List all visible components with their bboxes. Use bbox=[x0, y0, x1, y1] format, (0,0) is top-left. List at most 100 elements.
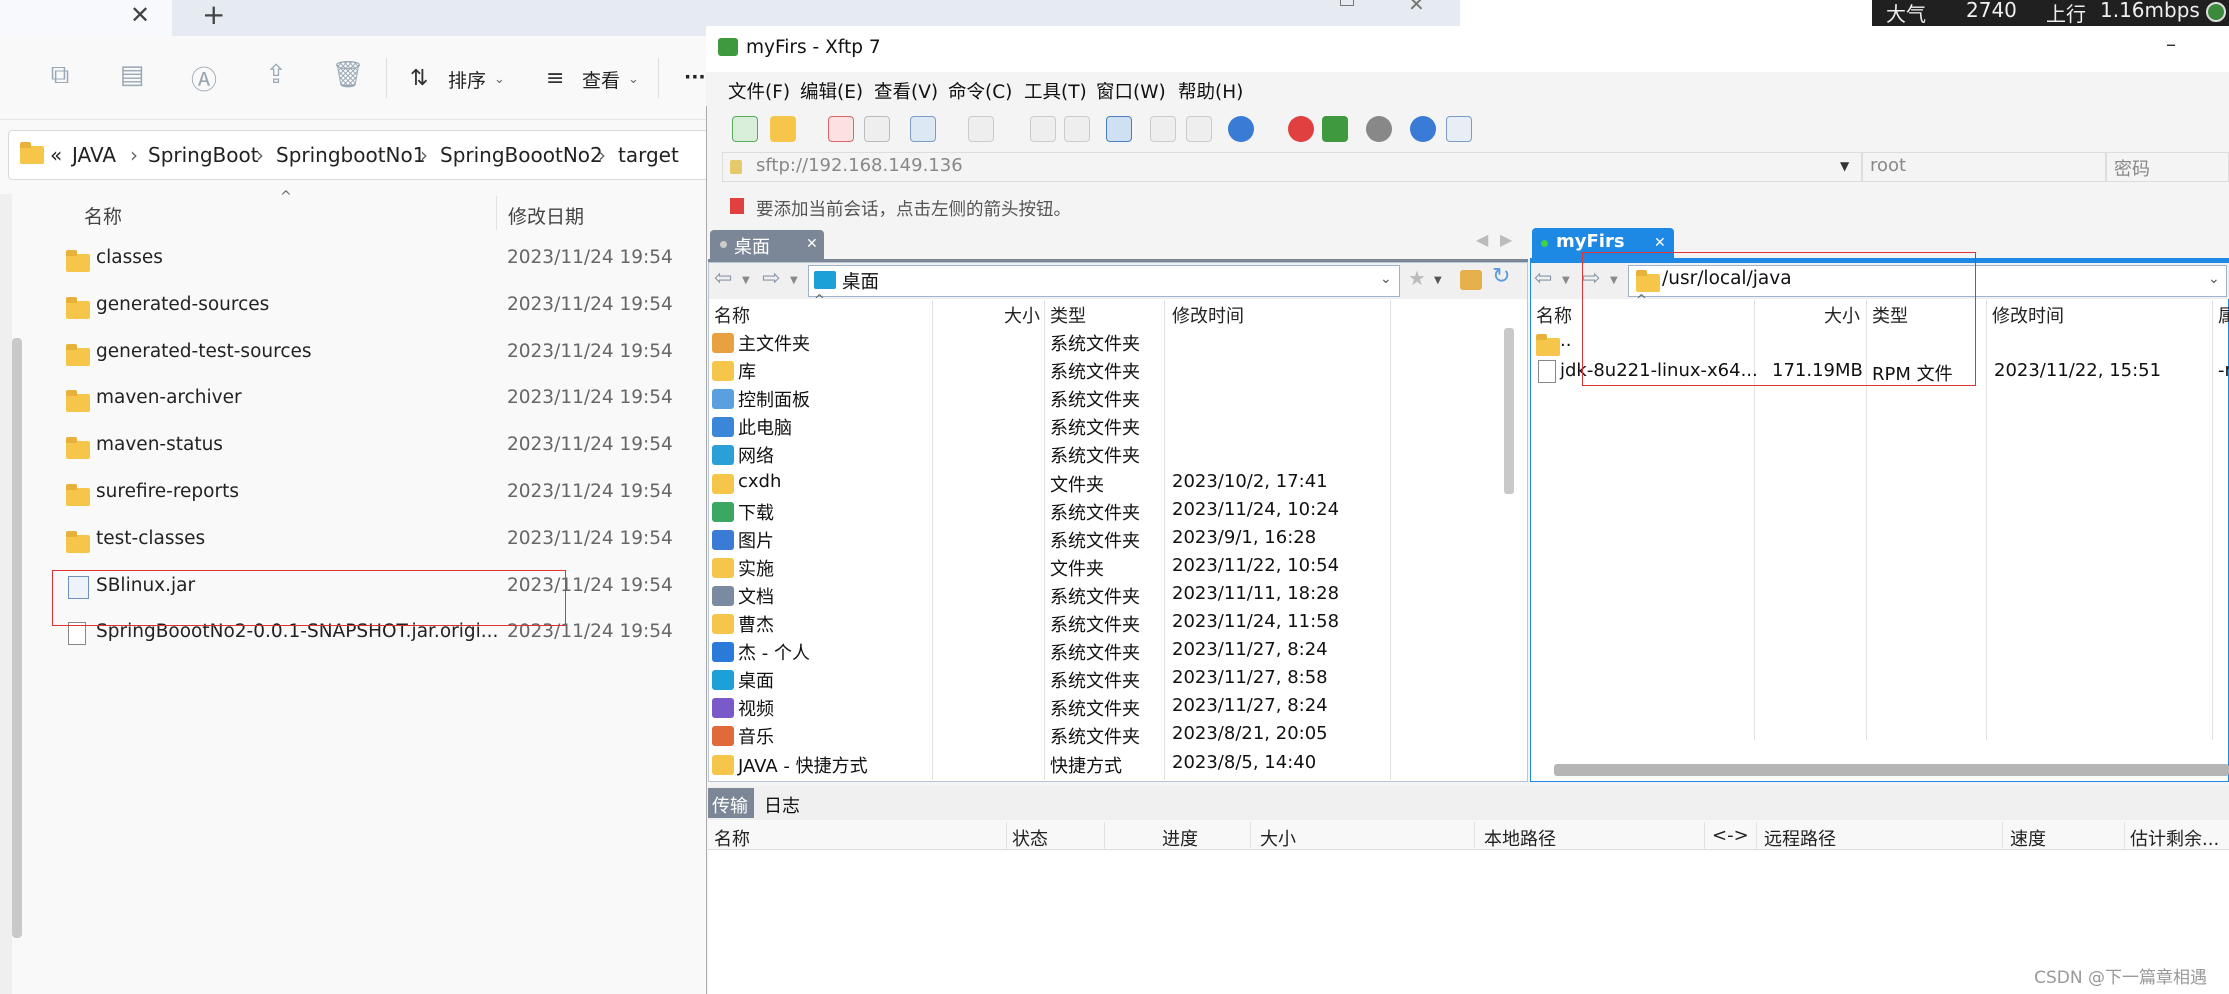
play-icon[interactable] bbox=[968, 116, 994, 142]
column-divider[interactable] bbox=[2124, 822, 2125, 850]
close-tab-icon[interactable]: ✕ bbox=[806, 237, 818, 251]
local-file-name[interactable]: JAVA - 快捷方式 bbox=[738, 752, 868, 778]
local-file-name[interactable]: 文档 bbox=[738, 583, 774, 609]
menu-edit[interactable]: 编辑(E) bbox=[800, 78, 863, 104]
local-path-input[interactable]: 桌面 bbox=[842, 268, 879, 294]
column-divider[interactable] bbox=[1474, 822, 1475, 850]
local-file-name[interactable]: 网络 bbox=[738, 442, 774, 468]
rename-icon[interactable]: Ⓐ bbox=[186, 60, 222, 96]
new-session-icon[interactable] bbox=[732, 116, 758, 142]
file-name[interactable]: generated-sources bbox=[96, 294, 269, 315]
tab-scroll-left-icon[interactable]: ◀ bbox=[1476, 232, 1488, 248]
chevron-down-icon[interactable]: ⌄ bbox=[1380, 272, 1392, 286]
local-file-name[interactable]: 杰 - 个人 bbox=[738, 639, 810, 665]
chevron-down-icon[interactable]: ⌄ bbox=[2208, 272, 2220, 286]
local-file-name[interactable]: cxdh bbox=[738, 471, 781, 492]
back-arrow-icon[interactable]: ⇦ bbox=[714, 268, 732, 290]
column-header-time[interactable]: 修改时间 bbox=[1172, 302, 1244, 328]
transfer-column-header[interactable]: 估计剩余... bbox=[2130, 825, 2219, 851]
file-name[interactable]: maven-archiver bbox=[96, 387, 242, 408]
chevron-down-icon[interactable]: ▼ bbox=[742, 276, 750, 286]
globe-icon[interactable] bbox=[1228, 116, 1254, 142]
open-folder-icon[interactable] bbox=[770, 116, 796, 142]
help-icon[interactable] bbox=[1410, 116, 1436, 142]
close-window-icon[interactable]: ✕ bbox=[1408, 0, 1425, 14]
column-divider[interactable] bbox=[1756, 822, 1757, 850]
column-divider[interactable] bbox=[1104, 822, 1105, 850]
username-input[interactable]: root bbox=[1870, 155, 1906, 176]
scrollbar[interactable] bbox=[12, 338, 22, 938]
address-input[interactable]: sftp://192.168.149.136 bbox=[756, 155, 963, 176]
chevron-down-icon[interactable]: ▼ bbox=[1562, 276, 1570, 286]
more-button[interactable]: ··· bbox=[684, 66, 706, 88]
local-file-name[interactable]: 图片 bbox=[738, 527, 774, 553]
transfer-column-header[interactable]: <-> bbox=[1712, 825, 1749, 846]
xftp-icon[interactable] bbox=[1322, 116, 1348, 142]
breadcrumb-item[interactable]: SpringBoootNo2 bbox=[440, 143, 603, 167]
disconnect-icon[interactable] bbox=[864, 116, 890, 142]
delete-icon[interactable]: 🗑 bbox=[330, 60, 366, 96]
maximize-icon[interactable] bbox=[1340, 0, 1354, 6]
breadcrumb-item[interactable]: JAVA bbox=[72, 143, 116, 167]
view-button[interactable]: 查看 bbox=[582, 66, 620, 93]
new-tab-icon[interactable]: + bbox=[202, 1, 225, 29]
sort-button[interactable]: 排序 bbox=[448, 66, 486, 93]
file-name[interactable]: maven-status bbox=[96, 434, 223, 455]
close-tab-icon[interactable]: ✕ bbox=[130, 3, 150, 27]
column-header-name[interactable]: 名称 bbox=[714, 302, 750, 328]
file-name[interactable]: surefire-reports bbox=[96, 481, 239, 502]
local-file-row[interactable] bbox=[709, 553, 1499, 581]
column-divider[interactable] bbox=[2002, 822, 2003, 850]
local-file-name[interactable]: 视频 bbox=[738, 695, 774, 721]
menu-file[interactable]: 文件(F) bbox=[728, 78, 790, 104]
menu-command[interactable]: 命令(C) bbox=[948, 78, 1012, 104]
copy-icon[interactable] bbox=[1030, 116, 1056, 142]
minimize-icon[interactable]: – bbox=[1268, 0, 1279, 10]
column-divider[interactable] bbox=[2212, 300, 2213, 740]
star-icon[interactable]: ★ bbox=[1408, 268, 1426, 288]
breadcrumb-item[interactable]: SpringBoot bbox=[148, 143, 259, 167]
file-name[interactable]: classes bbox=[96, 247, 163, 268]
connect-icon[interactable] bbox=[828, 116, 854, 142]
local-file-name[interactable]: 桌面 bbox=[738, 667, 774, 693]
column-divider[interactable] bbox=[1704, 822, 1705, 850]
parent-directory[interactable]: .. bbox=[1560, 330, 1571, 351]
breadcrumb-overflow[interactable]: « bbox=[50, 143, 62, 167]
file-name[interactable]: test-classes bbox=[96, 528, 205, 549]
scrollbar[interactable] bbox=[1504, 328, 1514, 494]
copy-icon[interactable]: ⧉ bbox=[42, 60, 78, 96]
transfer-column-header[interactable]: 远程路径 bbox=[1764, 825, 1836, 851]
column-header-name[interactable]: 名称 bbox=[84, 202, 122, 229]
column-header-name[interactable]: 名称 bbox=[1536, 302, 1572, 328]
column-header-attr[interactable]: 属 bbox=[2218, 302, 2229, 328]
local-file-name[interactable]: 下载 bbox=[738, 499, 774, 525]
breadcrumb-item[interactable]: SpringbootNo1 bbox=[276, 143, 425, 167]
refresh-icon[interactable]: ↻ bbox=[1492, 266, 1510, 288]
dropdown-arrow-icon[interactable]: ▼ bbox=[1840, 160, 1849, 172]
chevron-down-icon[interactable]: ▼ bbox=[1434, 276, 1442, 286]
forward-arrow-icon[interactable]: ⇨ bbox=[762, 268, 780, 290]
share-icon[interactable]: ⇪ bbox=[258, 60, 294, 96]
local-file-name[interactable]: 此电脑 bbox=[738, 414, 792, 440]
queue-icon[interactable] bbox=[1186, 116, 1212, 142]
column-header-time[interactable]: 修改时间 bbox=[1992, 302, 2064, 328]
tab-log[interactable]: 日志 bbox=[764, 792, 800, 818]
local-file-name[interactable]: 音乐 bbox=[738, 723, 774, 749]
properties-icon[interactable] bbox=[910, 116, 936, 142]
tab-scroll-right-icon[interactable]: ▶ bbox=[1500, 232, 1512, 248]
column-header-size[interactable]: 大小 bbox=[1004, 302, 1040, 328]
transfer-column-header[interactable]: 大小 bbox=[1260, 825, 1296, 851]
column-header-modified[interactable]: 修改日期 bbox=[508, 202, 584, 229]
transfer-column-header[interactable]: 状态 bbox=[1012, 825, 1048, 851]
chevron-down-icon[interactable]: ▼ bbox=[790, 276, 798, 286]
transfer-column-header[interactable]: 进度 bbox=[1162, 825, 1198, 851]
column-divider[interactable] bbox=[496, 196, 497, 230]
horizontal-scrollbar[interactable] bbox=[1554, 764, 2229, 776]
local-file-row[interactable] bbox=[709, 469, 1499, 497]
file-name[interactable]: generated-test-sources bbox=[96, 341, 312, 362]
column-divider[interactable] bbox=[1250, 822, 1251, 850]
sync-icon[interactable] bbox=[1106, 116, 1132, 142]
local-file-name[interactable]: 主文件夹 bbox=[738, 330, 810, 356]
paste-icon[interactable] bbox=[1064, 116, 1090, 142]
back-arrow-icon[interactable]: ⇦ bbox=[1534, 268, 1552, 290]
